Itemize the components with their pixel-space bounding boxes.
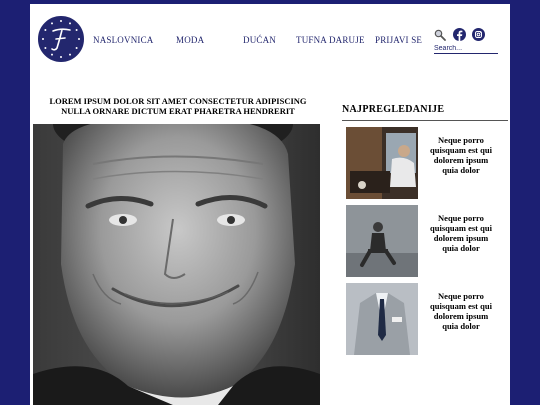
nav-item-tufna-daruje[interactable]: TUFNA DARUJE <box>296 35 365 45</box>
card-thumbnail[interactable] <box>346 127 418 199</box>
card-text[interactable]: Neque porro quisquam est qui dolorem ips… <box>426 135 496 175</box>
nav-item-prijavi-se[interactable]: PRIJAVI SE <box>375 35 422 45</box>
card-text[interactable]: Neque porro quisquam est qui dolorem ips… <box>426 291 496 331</box>
popular-card-1[interactable]: Neque porro quisquam est qui dolorem ips… <box>346 127 500 199</box>
nav-item-naslovnica[interactable]: NASLOVNICA <box>93 35 154 45</box>
popular-card-3[interactable]: Neque porro quisquam est qui dolorem ips… <box>346 283 500 355</box>
search-icon[interactable] <box>434 29 446 41</box>
search-area <box>434 28 500 56</box>
instagram-icon[interactable] <box>472 28 485 41</box>
hero-image[interactable] <box>33 124 320 405</box>
logo-monogram-icon <box>42 20 80 58</box>
article-title[interactable]: LOREM IPSUM DOLOR SIT AMET CONSECTETUR A… <box>38 96 318 116</box>
nav-item-moda[interactable]: MODA <box>176 35 204 45</box>
card-thumbnail[interactable] <box>346 283 418 355</box>
search-input[interactable] <box>434 44 498 54</box>
site-logo[interactable] <box>38 16 84 62</box>
sidebar-title: NAJPREGLEDANIJE <box>342 104 445 115</box>
card-thumbnail[interactable] <box>346 205 418 277</box>
page: NASLOVNICA MODA DUĆAN TUFNA DARUJE PRIJA… <box>30 4 510 405</box>
card-text[interactable]: Neque porro quisquam est qui dolorem ips… <box>426 213 496 253</box>
nav-item-ducan[interactable]: DUĆAN <box>243 35 276 45</box>
popular-card-2[interactable]: Neque porro quisquam est qui dolorem ips… <box>346 205 500 277</box>
sidebar-divider <box>342 120 508 121</box>
facebook-icon[interactable] <box>453 28 466 41</box>
